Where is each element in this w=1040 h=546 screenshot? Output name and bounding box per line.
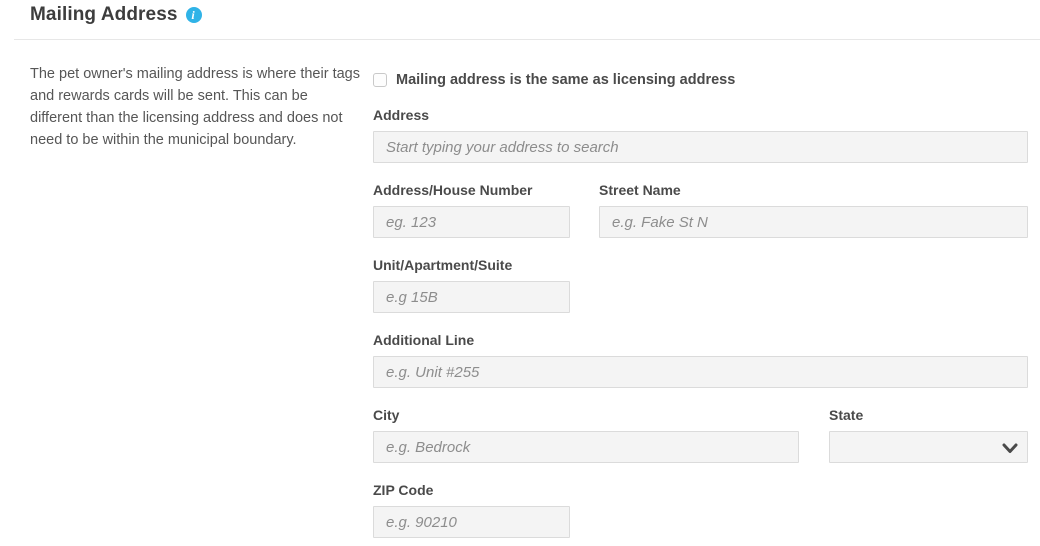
- same-address-checkbox-label[interactable]: Mailing address is the same as licensing…: [396, 72, 735, 88]
- zip-input[interactable]: [373, 506, 570, 538]
- zip-group: ZIP Code: [373, 482, 1028, 538]
- city-group: City: [373, 407, 799, 463]
- street-name-group: Street Name: [599, 182, 1028, 238]
- additional-line-input[interactable]: [373, 356, 1028, 388]
- street-name-input[interactable]: [599, 206, 1028, 238]
- address-search-input[interactable]: [373, 131, 1028, 163]
- street-name-label: Street Name: [599, 182, 681, 198]
- same-address-checkbox-row: Mailing address is the same as licensing…: [373, 72, 1028, 88]
- unit-input[interactable]: [373, 281, 570, 313]
- house-number-input[interactable]: [373, 206, 570, 238]
- house-number-label: Address/House Number: [373, 182, 533, 198]
- state-select-wrap: [829, 431, 1028, 463]
- state-select[interactable]: [830, 432, 1027, 462]
- mailing-address-form: Mailing address is the same as licensing…: [373, 72, 1028, 538]
- house-number-group: Address/House Number: [373, 182, 570, 238]
- section-header: Mailing Address i: [0, 0, 1040, 26]
- additional-line-label: Additional Line: [373, 332, 475, 348]
- city-state-row: City State: [373, 407, 1028, 463]
- city-label: City: [373, 407, 400, 423]
- state-group: State: [829, 407, 1028, 463]
- mailing-address-section: The pet owner's mailing address is where…: [0, 40, 1040, 538]
- zip-label: ZIP Code: [373, 482, 434, 498]
- section-description: The pet owner's mailing address is where…: [30, 66, 360, 148]
- additional-line-group: Additional Line: [373, 332, 1028, 388]
- house-street-row: Address/House Number Street Name: [373, 182, 1028, 238]
- state-label: State: [829, 407, 864, 423]
- page-title: Mailing Address: [30, 4, 178, 25]
- city-input[interactable]: [373, 431, 799, 463]
- same-address-checkbox[interactable]: [373, 73, 387, 87]
- address-search-group: Address: [373, 107, 1028, 163]
- unit-label: Unit/Apartment/Suite: [373, 257, 513, 273]
- info-circle-icon[interactable]: i: [185, 7, 202, 23]
- unit-group: Unit/Apartment/Suite: [373, 257, 1028, 313]
- address-search-label: Address: [373, 107, 430, 123]
